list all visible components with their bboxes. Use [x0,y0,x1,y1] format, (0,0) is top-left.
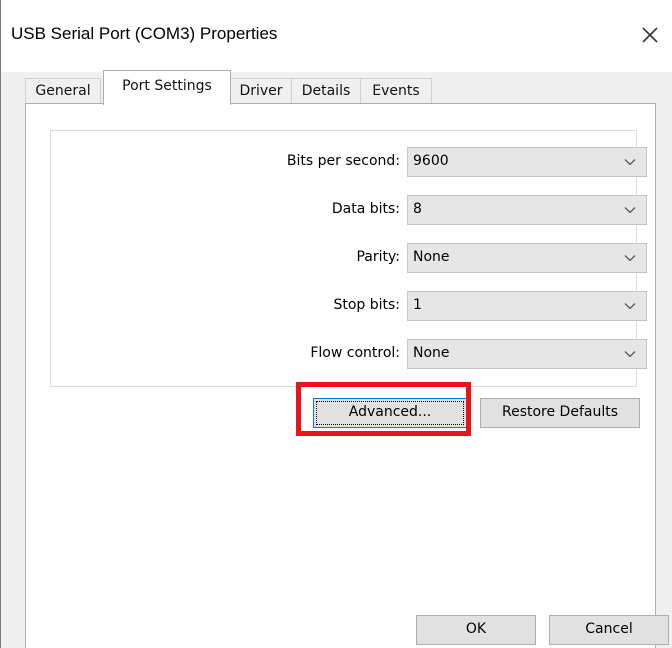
data-bits-label: Data bits: [331,201,400,217]
settings-group: Bits per second: 9600 Data bits: 8 Parit… [50,130,647,387]
tab-events[interactable]: Events [360,78,432,103]
highlight-box [296,382,471,436]
tab-label: Port Settings [122,78,212,94]
tab-label: Driver [239,83,283,99]
bits-per-second-select[interactable]: 9600 [407,147,647,177]
tab-label: Events [372,83,420,99]
ok-button-label: OK [465,621,487,637]
close-button[interactable] [633,18,667,52]
chevron-down-icon [624,207,636,214]
data-bits-select[interactable]: 8 [407,195,647,225]
bits-per-second-label: Bits per second: [286,153,400,169]
tab-label: General [35,83,91,99]
tab-details[interactable]: Details [291,78,361,103]
flow-control-value: None [413,345,450,361]
cancel-button[interactable]: Cancel [549,615,669,645]
tab-panel: Bits per second: 9600 Data bits: 8 Parit… [25,103,656,648]
restore-defaults-label: Restore Defaults [501,404,619,420]
parity-value: None [413,249,450,265]
bits-per-second-value: 9600 [413,153,449,169]
chevron-down-icon [624,159,636,166]
tab-general[interactable]: General [25,78,101,103]
tab-label: Details [301,83,351,99]
stop-bits-value: 1 [413,297,422,313]
parity-select[interactable]: None [407,243,647,273]
chevron-down-icon [624,351,636,358]
data-bits-value: 8 [413,201,422,217]
properties-dialog: USB Serial Port (COM3) Properties Genera… [0,0,672,648]
window-title: USB Serial Port (COM3) Properties [11,24,278,43]
cancel-button-label: Cancel [585,621,633,637]
ok-button[interactable]: OK [416,615,536,645]
stop-bits-label: Stop bits: [333,297,400,313]
flow-control-select[interactable]: None [407,339,647,369]
tab-port-settings[interactable]: Port Settings [103,70,231,105]
stop-bits-select[interactable]: 1 [407,291,647,321]
tab-driver[interactable]: Driver [230,78,292,103]
chevron-down-icon [624,255,636,262]
close-icon [642,27,658,43]
title-bar: USB Serial Port (COM3) Properties [1,0,672,72]
flow-control-label: Flow control: [310,345,400,361]
restore-defaults-button[interactable]: Restore Defaults [480,398,640,428]
chevron-down-icon [624,303,636,310]
parity-label: Parity: [356,249,400,265]
